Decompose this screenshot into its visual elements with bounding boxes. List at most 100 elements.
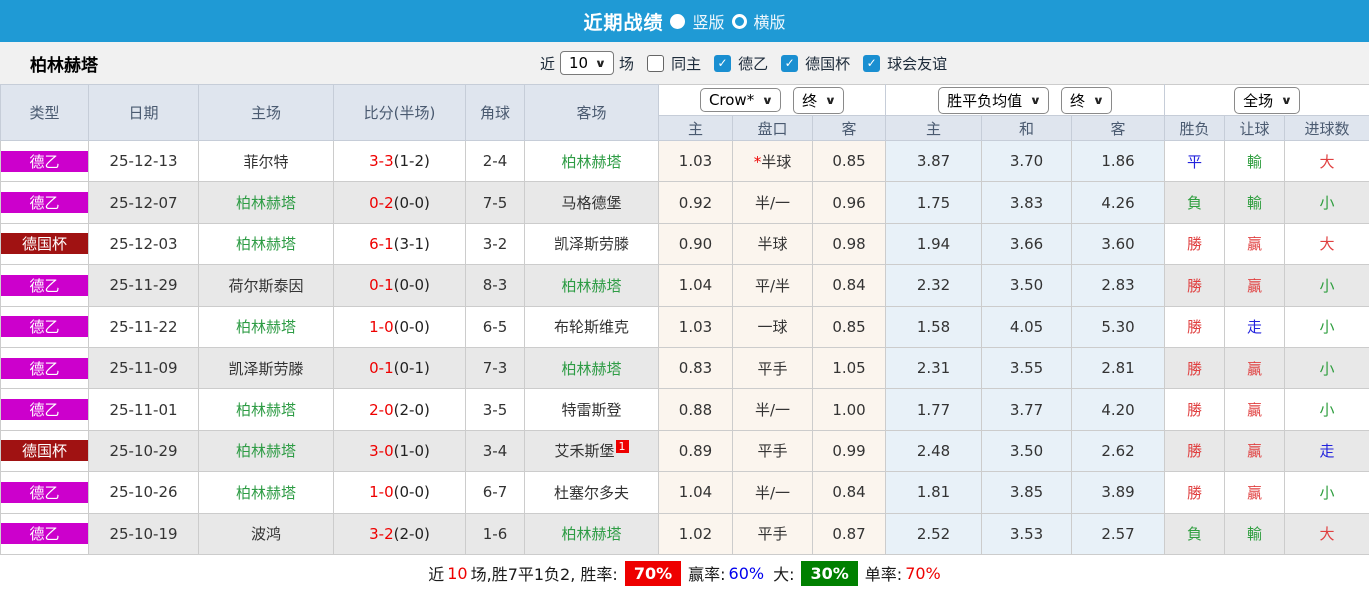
result-outcome-cell: 勝 — [1164, 388, 1226, 431]
league-cup-checkbox[interactable] — [781, 54, 799, 72]
odds-time-dropdown-2[interactable]: 终 ∨ — [1061, 86, 1112, 114]
avg-draw-cell: 3.53 — [981, 512, 1073, 555]
handicap-cell: 一球 — [732, 305, 813, 348]
avg-away-cell: 4.20 — [1071, 388, 1166, 431]
games-suffix-label: 场 — [619, 54, 635, 73]
avg-away-cell: 2.57 — [1071, 512, 1166, 555]
type-cell: 德乙 — [0, 305, 89, 348]
result-handicap-cell: 走 — [1224, 305, 1286, 348]
horizontal-view-radio[interactable] — [731, 13, 747, 29]
match-row: 德乙 25-10-26 柏林赫塔 1-0(0-0) 6-7 杜塞尔多夫 1.04… — [0, 471, 1369, 514]
result-goals-cell: 小 — [1284, 471, 1369, 514]
summary-record: 场,胜7平1负2, 胜率: — [470, 565, 618, 585]
match-row: 德乙 25-10-19 波鸿 3-2(2-0) 1-6 柏林赫塔 1.02 平手… — [0, 512, 1369, 555]
type-cell: 德国杯 — [0, 429, 89, 473]
handicap-cell: 平手 — [732, 346, 813, 390]
result-goals-cell: 小 — [1284, 181, 1369, 224]
league-type-badge: 德乙 — [1, 316, 88, 338]
league-friendly-checkbox[interactable] — [863, 54, 881, 72]
odds-home-cell: 1.02 — [658, 512, 733, 555]
team-name: 柏林赫塔 — [30, 55, 98, 76]
handicap-cell: 平/半 — [732, 264, 813, 307]
avg-home-cell: 2.31 — [885, 346, 983, 390]
avg-away-cell: 3.60 — [1071, 222, 1166, 266]
odds-away-cell: 0.96 — [811, 181, 887, 224]
home-team-cell: 柏林赫塔 — [198, 181, 334, 224]
sub-header-handicap-result: 让球 — [1224, 115, 1286, 141]
handicap-cell: 半/一 — [732, 181, 813, 224]
avg-away-cell: 2.62 — [1071, 429, 1166, 473]
avg-away-cell: 1.86 — [1071, 139, 1166, 183]
col-header-away: 客场 — [524, 84, 659, 141]
avg-draw-cell: 4.05 — [981, 305, 1073, 348]
league-cup-label[interactable]: 德国杯 — [805, 53, 850, 74]
recent-matches-table: 类型 日期 主场 比分(半场) 角球 客场 Crow* ∨ 终 ∨ 胜平负均值 … — [0, 84, 1369, 555]
avg-home-cell: 2.32 — [885, 264, 983, 307]
scope-dropdown[interactable]: 全场 ∨ — [1234, 86, 1301, 114]
col-header-corner: 角球 — [465, 84, 525, 141]
odds-time-dropdown-1[interactable]: 终 ∨ — [793, 86, 845, 114]
result-outcome-cell: 勝 — [1164, 346, 1226, 390]
odds-home-cell: 0.90 — [658, 222, 733, 266]
score-cell: 1-0(0-0) — [333, 305, 466, 348]
chevron-down-icon: ∨ — [1092, 93, 1105, 107]
avg-odds-dropdown[interactable]: 胜平负均值 ∨ — [938, 86, 1050, 114]
sub-header-avg-home: 主 — [885, 115, 983, 141]
odds-home-cell: 0.88 — [658, 388, 733, 431]
vertical-view-radio[interactable] — [670, 13, 686, 29]
same-home-checkbox[interactable] — [647, 54, 665, 72]
away-team-cell: 杜塞尔多夫 — [524, 471, 659, 514]
result-goals-cell: 走 — [1284, 429, 1369, 473]
sub-header-outcome: 胜负 — [1164, 115, 1226, 141]
avg-home-cell: 1.81 — [885, 471, 983, 514]
handicap-cell: 平手 — [732, 429, 813, 473]
score-cell: 0-1(0-0) — [333, 264, 466, 307]
avg-draw-cell: 3.50 — [981, 429, 1073, 473]
handicap-cell: 半球 — [732, 222, 813, 266]
single-rate-value: 70% — [905, 563, 941, 583]
home-team-cell: 柏林赫塔 — [198, 471, 334, 514]
avg-away-cell: 5.30 — [1071, 305, 1166, 348]
col-header-type: 类型 — [0, 84, 89, 141]
corner-cell: 7-5 — [465, 181, 525, 224]
horizontal-view-label[interactable]: 横版 — [754, 9, 786, 33]
result-goals-cell: 大 — [1284, 222, 1369, 266]
date-cell: 25-10-26 — [88, 471, 199, 514]
odds-dropdown-group: Crow* ∨ 终 ∨ — [657, 84, 887, 116]
same-home-label[interactable]: 同主 — [671, 53, 701, 74]
type-cell: 德乙 — [0, 139, 89, 183]
league-friendly-label[interactable]: 球会友谊 — [887, 53, 947, 74]
score-cell: 0-1(0-1) — [333, 346, 466, 390]
odds-source-dropdown[interactable]: Crow* ∨ — [699, 88, 782, 112]
home-team-cell: 凯泽斯劳滕 — [198, 346, 334, 390]
avg-draw-cell: 3.77 — [981, 388, 1073, 431]
sub-header-goals: 进球数 — [1284, 115, 1369, 141]
col-header-date: 日期 — [88, 84, 199, 141]
league-type-badge: 德乙 — [1, 481, 88, 503]
games-count-select[interactable]: 10 ∨ — [560, 51, 615, 75]
vertical-view-label[interactable]: 竖版 — [692, 9, 724, 33]
match-row: 德乙 25-11-29 荷尔斯泰因 0-1(0-0) 8-3 柏林赫塔 1.04… — [0, 264, 1369, 307]
league-type-badge: 德乙 — [1, 357, 88, 379]
score-cell: 3-3(1-2) — [333, 139, 466, 183]
league-de2-label[interactable]: 德乙 — [738, 53, 768, 74]
league-type-badge: 德国杯 — [1, 233, 88, 255]
score-cell: 3-0(1-0) — [333, 429, 466, 473]
home-team-cell: 波鸿 — [198, 512, 334, 555]
home-team-cell: 柏林赫塔 — [198, 429, 334, 473]
away-team-cell: 柏林赫塔 — [524, 264, 659, 307]
home-team-cell: 柏林赫塔 — [198, 222, 334, 266]
away-team-cell: 柏林赫塔 — [524, 346, 659, 390]
corner-cell: 1-6 — [465, 512, 525, 555]
avg-away-cell: 4.26 — [1071, 181, 1166, 224]
recent-results-header: 近期战绩 竖版 横版 — [0, 0, 1369, 42]
result-outcome-cell: 負 — [1164, 512, 1226, 555]
type-cell: 德乙 — [0, 512, 89, 555]
filter-controls: 近 10 ∨ 场 同主 德乙 德国杯 球会友谊 — [540, 42, 947, 84]
league-de2-checkbox[interactable] — [714, 54, 732, 72]
match-row: 德乙 25-12-07 柏林赫塔 0-2(0-0) 7-5 马格德堡 0.92 … — [0, 181, 1369, 224]
avg-home-cell: 1.75 — [885, 181, 983, 224]
odds-away-cell: 0.85 — [811, 305, 887, 348]
result-goals-cell: 小 — [1284, 305, 1369, 348]
handicap-cell: 半/一 — [732, 471, 813, 514]
